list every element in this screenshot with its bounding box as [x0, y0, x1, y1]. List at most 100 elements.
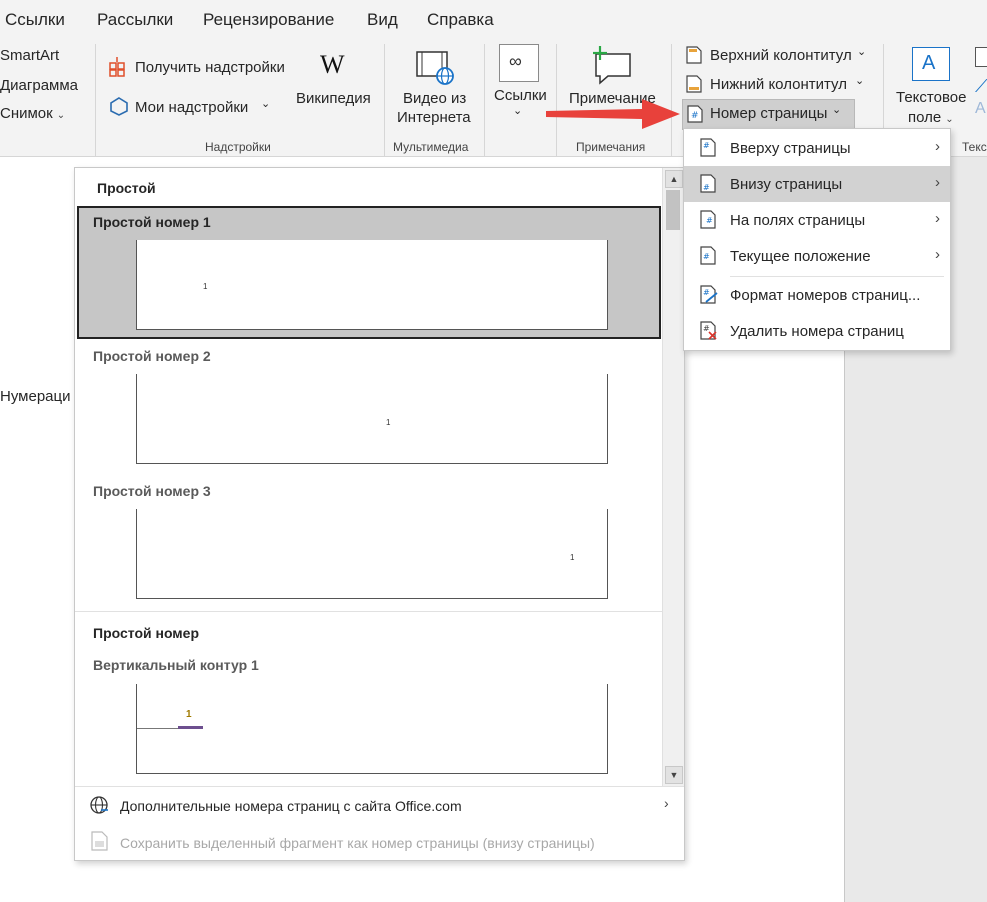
svg-text:#: # — [706, 216, 713, 225]
link-icon: ∞ — [499, 44, 539, 82]
ribbon-separator — [384, 44, 385, 156]
chevron-right-icon: › — [664, 795, 669, 811]
page-number-label: Номер страницы — [710, 105, 828, 122]
gallery-item-plain-number-3[interactable]: Простой номер 3 1 — [77, 476, 661, 606]
gallery-item-preview: 1 — [136, 240, 608, 330]
textbox-label-2: поле ⌄ — [908, 109, 954, 126]
gallery-item-title: Простой номер 3 — [93, 483, 211, 499]
smartart-button[interactable]: SmartArt — [0, 47, 59, 64]
footer-label: Нижний колонтитул — [710, 76, 847, 93]
online-video-label-2: Интернета — [397, 109, 471, 126]
chart-button[interactable]: Диаграмма — [0, 77, 78, 94]
chevron-down-icon: ⌄ — [56, 110, 66, 121]
tab-help[interactable]: Справка — [427, 10, 494, 30]
page-number-current-icon: # — [700, 246, 716, 265]
screenshot-label: Снимок — [0, 105, 53, 122]
gallery-section-title: Простой — [97, 180, 156, 196]
page-number-bottom-icon: # — [700, 174, 716, 193]
svg-text:#: # — [703, 141, 710, 150]
chevron-down-icon: ⌄ — [855, 75, 865, 87]
page-number-gallery: Простой Простой номер 1 1 Простой номер … — [74, 167, 685, 861]
chevron-down-icon: ⌄ — [945, 114, 954, 125]
save-selection-item: Сохранить выделенный фрагмент как номер … — [75, 824, 684, 860]
tab-mailings[interactable]: Рассылки — [97, 10, 173, 30]
gallery-footer-divider — [75, 786, 684, 787]
menu-item-label: Удалить номера страниц — [730, 323, 904, 340]
chevron-right-icon: › — [935, 210, 940, 227]
menu-item-bottom-of-page[interactable]: # Внизу страницы › — [684, 166, 950, 202]
group-label-comments: Примечания — [576, 140, 646, 154]
menu-item-remove-page-numbers[interactable]: # Удалить номера страниц — [684, 313, 950, 349]
gallery-item-title: Вертикальный контур 1 — [93, 657, 259, 673]
svg-text:#: # — [691, 111, 699, 121]
document-text[interactable]: Нумераци — [0, 388, 70, 405]
menu-item-label: Внизу страницы — [730, 176, 843, 193]
links-button[interactable]: ∞ Ссылки ⌄ — [491, 44, 549, 124]
gallery-item-preview: 1 — [136, 374, 608, 464]
page-number-button[interactable]: # Номер страницы ⌄ — [682, 99, 855, 130]
chevron-right-icon: › — [935, 246, 940, 263]
gallery-item-vertical-outline-1[interactable]: Вертикальный контур 1 1 — [77, 651, 661, 781]
menu-item-top-of-page[interactable]: # Вверху страницы › — [684, 130, 950, 166]
footer-icon — [686, 75, 702, 93]
gallery-item-plain-number-2[interactable]: Простой номер 2 1 — [77, 341, 661, 471]
online-video-label-1: Видео из — [403, 90, 467, 107]
menu-item-label: Вверху страницы — [730, 140, 851, 157]
gallery-item-title: Простой номер 2 — [93, 348, 211, 364]
menu-item-label: Формат номеров страниц... — [730, 287, 921, 304]
online-video-button[interactable]: Видео из Интернета — [393, 48, 475, 128]
svg-text:#: # — [703, 252, 710, 261]
textbox-label-1: Текстовое — [896, 89, 967, 106]
get-addins-label: Получить надстройки — [135, 59, 285, 76]
group-label-text: Текс — [962, 140, 987, 154]
gallery-item-plain-number-1[interactable]: Простой номер 1 1 — [77, 206, 661, 339]
chevron-right-icon: › — [935, 138, 940, 155]
scroll-up-icon[interactable]: ▲ — [665, 170, 683, 188]
preview-page-number: 1 — [186, 709, 192, 720]
textbox-button[interactable]: A Текстовое поле ⌄ — [893, 44, 973, 128]
page-number-icon: # — [687, 105, 703, 123]
preview-page-number: 1 — [570, 553, 575, 562]
tab-review[interactable]: Рецензирование — [203, 10, 334, 30]
svg-text:#: # — [703, 183, 710, 192]
ribbon-tab-bar: Ссылки Рассылки Рецензирование Вид Справ… — [0, 0, 987, 38]
globe-icon — [90, 796, 108, 814]
outline-bar — [178, 726, 203, 729]
ribbon-separator — [484, 44, 485, 156]
dropcap-icon[interactable]: A — [975, 100, 986, 118]
save-selection-label: Сохранить выделенный фрагмент как номер … — [120, 835, 595, 851]
group-label-addins: Надстройки — [205, 140, 271, 154]
scroll-thumb[interactable] — [666, 190, 680, 230]
wordart-icon[interactable]: ⟋ — [975, 76, 987, 97]
links-label: Ссылки — [494, 87, 547, 104]
preview-page-number: 1 — [203, 282, 208, 291]
screenshot-button[interactable]: Снимок ⌄ — [0, 105, 65, 122]
svg-text:#: # — [703, 324, 710, 333]
wikipedia-icon: W — [320, 50, 345, 79]
group-label-media: Мультимедиа — [393, 140, 469, 154]
header-label: Верхний колонтитул — [710, 47, 852, 64]
menu-item-format-page-numbers[interactable]: # Формат номеров страниц... — [684, 277, 950, 313]
tab-references[interactable]: Ссылки — [5, 10, 65, 30]
gallery-divider — [75, 611, 662, 612]
gallery-item-title: Простой номер 1 — [93, 214, 211, 230]
menu-item-label: На полях страницы — [730, 212, 866, 229]
wikipedia-label: Википедия — [296, 90, 371, 107]
wikipedia-button[interactable]: W Википедия — [293, 50, 377, 120]
quick-parts-icon[interactable] — [975, 47, 987, 67]
menu-item-current-position[interactable]: # Текущее положение › — [684, 238, 950, 274]
save-to-gallery-icon — [91, 831, 108, 851]
more-page-numbers-item[interactable]: Дополнительные номера страниц с сайта Of… — [75, 788, 684, 824]
gallery-section-title: Простой номер — [93, 625, 200, 641]
menu-item-page-margins[interactable]: # На полях страницы › — [684, 202, 950, 238]
scroll-down-icon[interactable]: ▼ — [665, 766, 683, 784]
chevron-right-icon: › — [935, 174, 940, 191]
page-number-margin-icon: # — [700, 210, 716, 229]
format-page-numbers-icon: # — [700, 285, 718, 304]
remove-page-numbers-icon: # — [700, 321, 717, 340]
gallery-scrollbar[interactable]: ▲ ▼ — [662, 168, 684, 786]
gallery-item-preview: 1 — [136, 684, 608, 774]
tab-view[interactable]: Вид — [367, 10, 398, 30]
chevron-down-icon: ⌄ — [261, 98, 271, 110]
gallery-item-preview: 1 — [136, 509, 608, 599]
